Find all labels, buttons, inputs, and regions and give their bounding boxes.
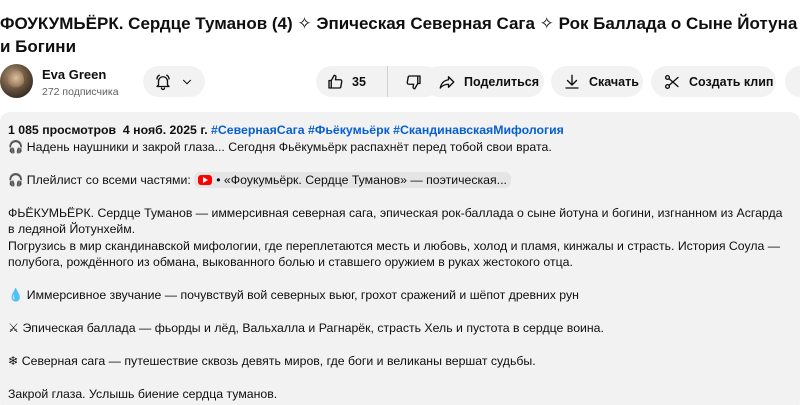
view-count: 1 085 просмотров [8, 123, 117, 137]
description-paragraph: ФЬЁКУМЬЁРК. Сердце Туманов — иммерсивная… [8, 205, 783, 237]
channel-row: Eva Green 272 подписчика 35 Поделиться С… [0, 64, 800, 102]
description-meta: 1 085 просмотров 4 нояб. 2025 г. #Северн… [8, 122, 792, 139]
subscriber-count: 272 подписчика [42, 86, 119, 98]
share-arrow-icon [439, 75, 455, 89]
notifications-button[interactable] [143, 66, 205, 97]
description-bullet: ⚔ Эпическая баллада — фьорды и лёд, Валь… [8, 321, 604, 336]
description-closing: Закрой глаза. Услышь биение сердца туман… [8, 387, 278, 402]
channel-avatar[interactable] [0, 64, 33, 98]
thumbs-up-icon [328, 74, 343, 89]
youtube-icon [198, 175, 213, 186]
playlist-link-text: • «Фоукумьёрк. Сердце Туманов» — поэтиче… [216, 173, 507, 187]
download-button[interactable]: Скачать [551, 66, 643, 97]
description-box[interactable]: 1 085 просмотров 4 нояб. 2025 г. #Северн… [0, 112, 800, 405]
playlist-link[interactable]: • «Фоукумьёрк. Сердце Туманов» — поэтиче… [194, 172, 511, 189]
description-paragraph: Погрузись в мир скандинавской мифологии,… [8, 238, 781, 270]
more-icon [793, 73, 800, 91]
share-label: Поделиться [464, 74, 540, 89]
like-count: 35 [352, 74, 366, 89]
playlist-label: 🎧 Плейлист со всеми частями: [8, 172, 191, 187]
description-bullet: 💧 Иммерсивное звучание — почувствуй вой … [8, 288, 579, 303]
bell-icon [156, 74, 170, 90]
hashtags[interactable]: #СевернаяСага #Фьёкумьёрк #Скандинавская… [211, 123, 564, 137]
like-dislike-group: 35 [316, 66, 440, 97]
clip-label: Создать клип [689, 74, 774, 89]
playlist-line: 🎧 Плейлист со всеми частями: • «Фоукумьё… [8, 172, 792, 189]
chevron-down-icon [182, 79, 192, 84]
description-line: 🎧 Надень наушники и закрой глаза... Сего… [8, 139, 552, 154]
thumbs-down-icon [406, 74, 421, 89]
more-actions-button[interactable] [785, 66, 800, 97]
description-bullet: ❄ Северная сага — путешествие сквозь дев… [8, 354, 536, 369]
download-label: Скачать [589, 74, 639, 89]
like-button[interactable]: 35 [316, 66, 388, 97]
channel-name[interactable]: Eva Green [42, 67, 106, 82]
publish-date: 4 нояб. 2025 г. [122, 123, 208, 137]
clip-button[interactable]: Создать клип [651, 66, 776, 97]
scissors-icon [664, 74, 679, 89]
download-icon [565, 74, 579, 89]
share-button[interactable]: Поделиться [424, 66, 544, 97]
video-title: ФОУКУМЬЁРК. Сердце Туманов (4) ✧ Эпическ… [0, 14, 798, 56]
